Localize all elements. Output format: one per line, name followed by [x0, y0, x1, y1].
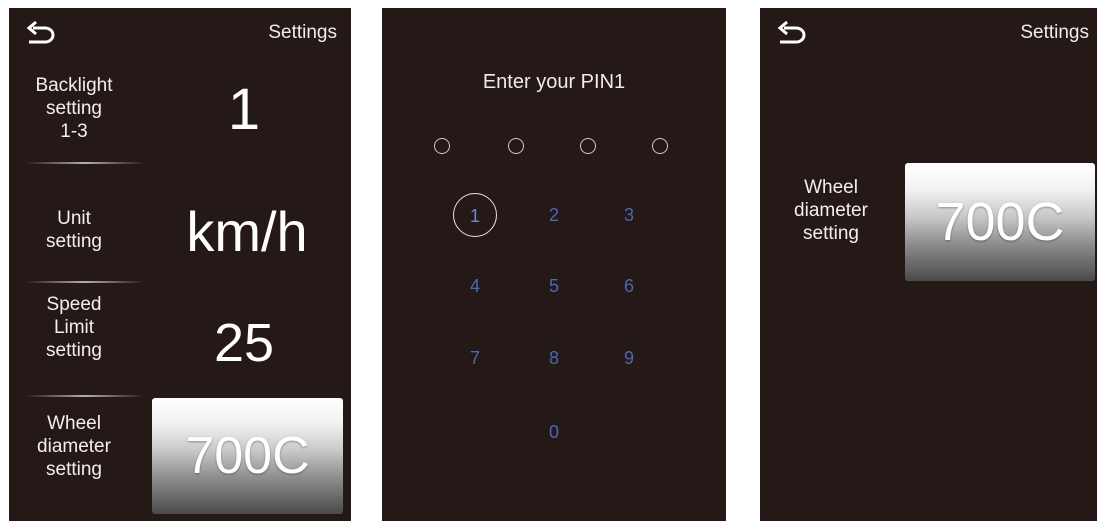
- keypad-key-7[interactable]: 7: [453, 336, 497, 380]
- keypad-key-8[interactable]: 8: [532, 336, 576, 380]
- speed-limit-label-line3: setting: [46, 340, 102, 361]
- unit-setting-label: Unit setting: [25, 207, 123, 253]
- wheel-label-line1: Wheel: [47, 413, 101, 434]
- wheel-label-line3: setting: [46, 459, 102, 480]
- wheel-label-line3: setting: [803, 223, 859, 244]
- pin-digit-indicator: [434, 138, 450, 154]
- backlight-label-line1: Backlight: [35, 75, 113, 96]
- keypad-key-4[interactable]: 4: [453, 264, 497, 308]
- wheel-diameter-value: 700C: [185, 427, 310, 485]
- wheel-label-line2: diameter: [37, 436, 111, 457]
- wheel-label-line1: Wheel: [804, 177, 858, 198]
- settings-screen-wheel: Settings Wheel diameter setting 700C: [760, 8, 1097, 521]
- keypad-key-2[interactable]: 2: [532, 193, 576, 237]
- keypad-key-9[interactable]: 9: [607, 336, 651, 380]
- unit-value[interactable]: km/h: [149, 200, 345, 264]
- backlight-label-line2: setting: [46, 98, 102, 119]
- separator: [25, 281, 145, 283]
- speed-limit-label-line2: Limit: [53, 317, 95, 338]
- unit-label-line2: setting: [46, 231, 102, 252]
- separator: [25, 162, 145, 164]
- keypad-key-5[interactable]: 5: [532, 264, 576, 308]
- pin-digit-indicator: [580, 138, 596, 154]
- wheel-diameter-setting-label: Wheel diameter setting: [786, 176, 876, 245]
- wheel-diameter-value: 700C: [935, 192, 1065, 252]
- backlight-label-line3: 1-3: [60, 121, 88, 142]
- unit-label-line1: Unit: [57, 208, 91, 229]
- settings-screen-main: Settings Backlight setting 1-3 1 Unit se…: [9, 8, 351, 521]
- back-arrow-icon[interactable]: [776, 20, 808, 46]
- keypad-key-1[interactable]: 1: [453, 193, 497, 237]
- keypad-key-6[interactable]: 6: [607, 264, 651, 308]
- backlight-value[interactable]: 1: [159, 74, 329, 146]
- speed-limit-setting-label: Speed Limit setting: [25, 293, 123, 362]
- wheel-diameter-value-selected[interactable]: 700C: [905, 163, 1095, 281]
- separator: [25, 395, 145, 397]
- pin-prompt-title: Enter your PIN1: [482, 71, 626, 93]
- keypad-key-0[interactable]: 0: [532, 410, 576, 454]
- settings-title: Settings: [1020, 22, 1089, 43]
- wheel-diameter-setting-label: Wheel diameter setting: [25, 412, 123, 481]
- wheel-label-line2: diameter: [794, 200, 868, 221]
- pin-digit-indicator: [508, 138, 524, 154]
- speed-limit-value[interactable]: 25: [159, 311, 329, 375]
- keypad-key-3[interactable]: 3: [607, 193, 651, 237]
- pin-digit-indicator: [652, 138, 668, 154]
- backlight-setting-label: Backlight setting 1-3: [25, 74, 123, 143]
- pin-entry-screen: Enter your PIN1 1 2 3 4 5 6 7 8 9 0: [382, 8, 726, 521]
- wheel-diameter-value-selected[interactable]: 700C: [152, 398, 343, 514]
- back-arrow-icon[interactable]: [25, 20, 57, 46]
- settings-title: Settings: [268, 22, 337, 43]
- speed-limit-label-line1: Speed: [46, 294, 102, 315]
